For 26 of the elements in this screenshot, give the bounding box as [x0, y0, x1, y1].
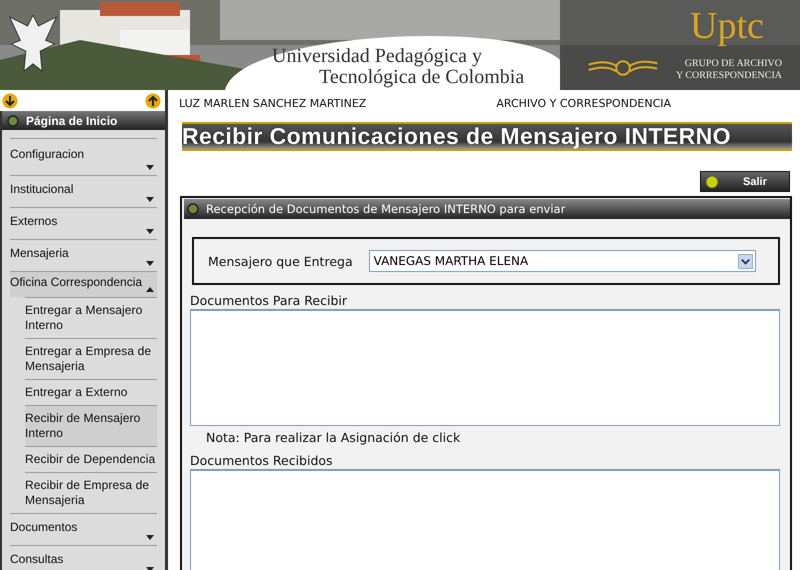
submenu-item[interactable]: Recibir de Dependencia	[25, 446, 157, 472]
menu-item[interactable]: Documentos	[10, 513, 157, 545]
submenu-item[interactable]: Recibir de Empresa de Mensajeria	[25, 472, 157, 513]
university-name: Universidad Pedagógica y Tecnológica de Colombia	[272, 46, 524, 88]
submenu-item[interactable]: Entregar a Mensajero Interno	[25, 297, 157, 338]
menu-item[interactable]: Institucional	[10, 175, 157, 207]
logo-text: Uptc	[690, 4, 764, 48]
submenu-item[interactable]: Entregar a Empresa de Mensajeria	[25, 338, 157, 379]
user-name: LUZ MARLEN SANCHEZ MARTINEZ	[179, 97, 366, 112]
section-label: Documentos Recibidos	[190, 453, 334, 468]
menu-item[interactable]: Oficina Correspondencia	[10, 271, 157, 297]
sidebar-header[interactable]: Página de Inicio	[0, 111, 165, 130]
messenger-dropdown[interactable]: VANEGAS MARTHA ELENA	[368, 250, 756, 272]
submenu-item[interactable]: Recibir de Mensajero Interno	[25, 405, 157, 446]
menu-item[interactable]: Externos	[10, 207, 157, 239]
field-label: Mensajero que Entrega	[208, 254, 353, 268]
page-title: Recibir Comunicaciones de Mensajero INTERNO	[182, 122, 792, 151]
panel-title: Recepción de Documentos de Mensajero INTERNO para enviar	[206, 202, 566, 216]
sidebar-title: Página de Inicio	[26, 114, 118, 128]
menu-item[interactable]: Consultas	[10, 545, 157, 570]
note-text: Nota: Para realizar la Asignación de click	[206, 430, 462, 445]
menu-item[interactable]: Configuracion	[10, 138, 157, 175]
exit-button[interactable]: Salir	[700, 171, 790, 192]
section-label: Documentos Para Recibir	[190, 293, 348, 308]
department-name: ARCHIVO Y CORRESPONDENCIA	[496, 97, 672, 112]
group-name: GRUPO DE ARCHIVO Y CORRESPONDENCIA	[674, 58, 782, 82]
